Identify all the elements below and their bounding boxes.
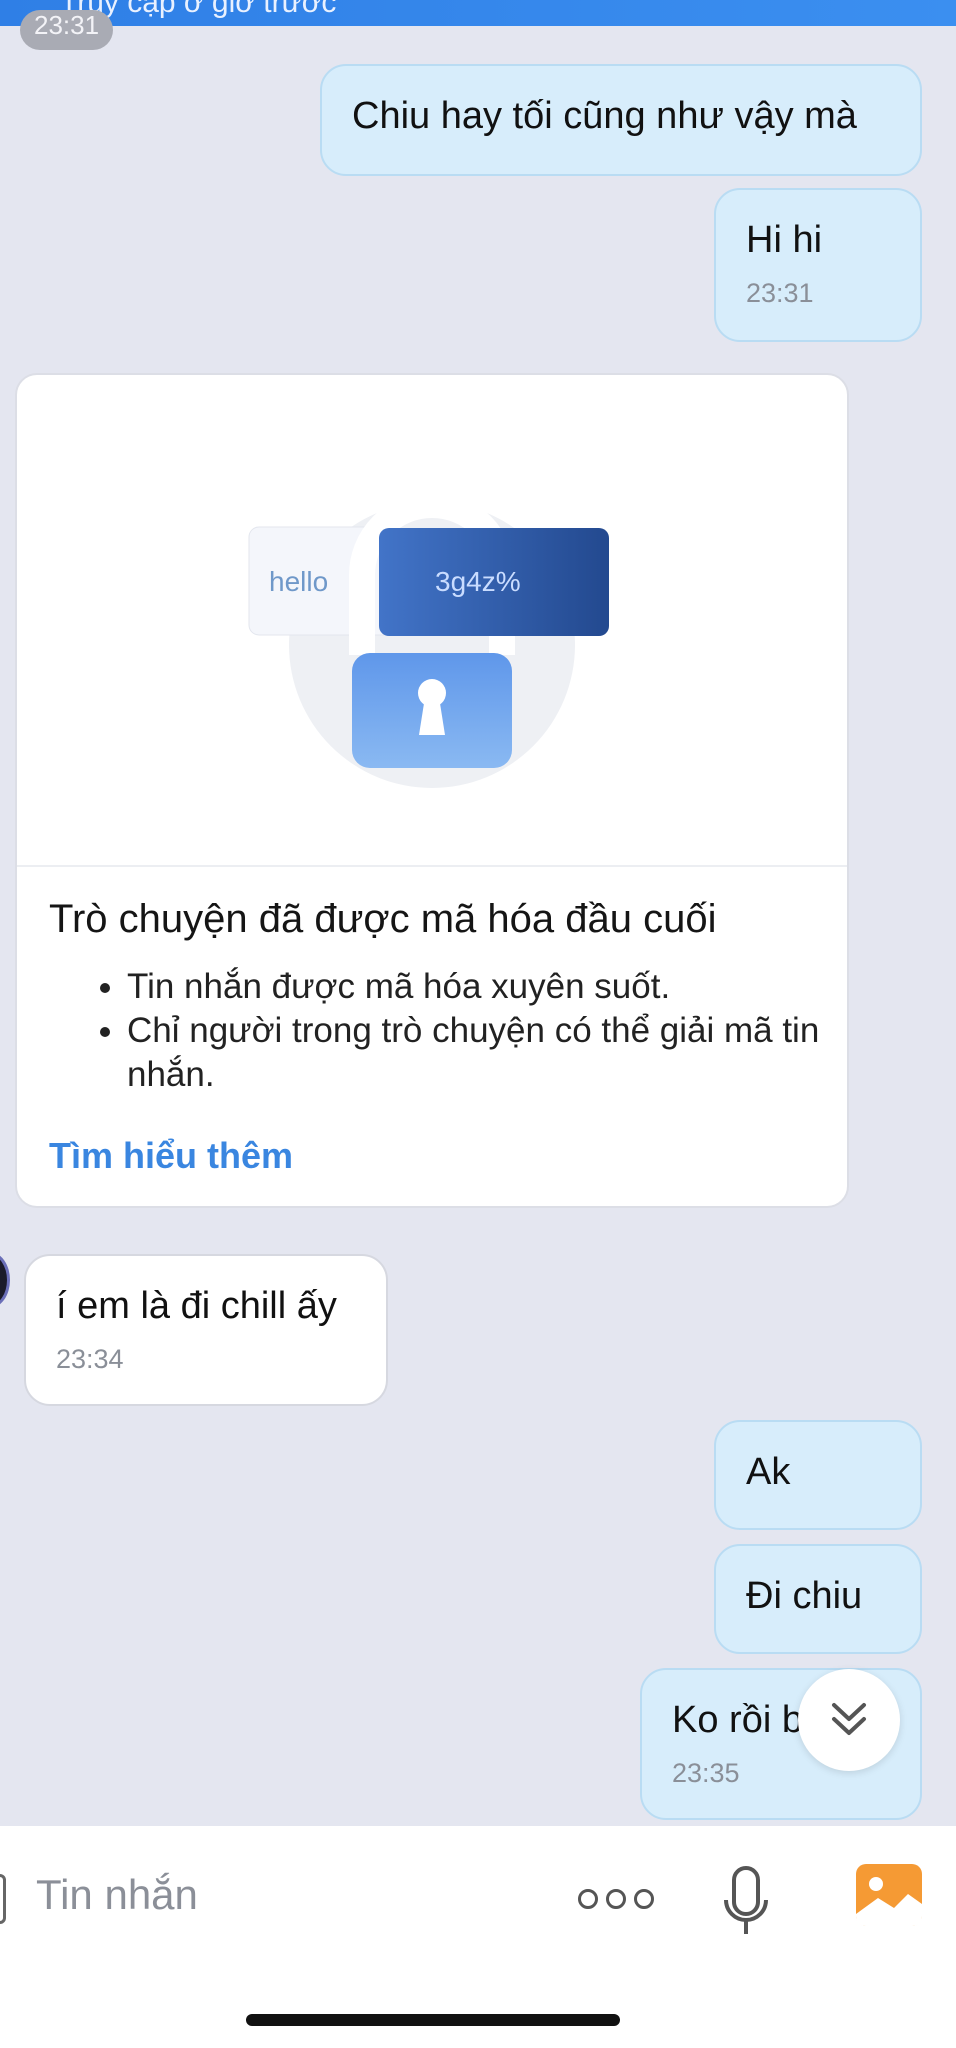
message-text: Chiu hay tối cũng như vậy mà [352, 95, 857, 137]
more-dots-icon[interactable] [578, 1884, 658, 1914]
card-bullet-list: Tin nhắn được mã hóa xuyên suốt. Chỉ ngư… [87, 965, 847, 1097]
message-bubble-outgoing[interactable]: Ak [714, 1420, 922, 1530]
message-timestamp: 23:31 [746, 278, 814, 308]
scroll-to-bottom-button[interactable] [798, 1669, 900, 1771]
emoji-icon[interactable] [0, 1874, 6, 1924]
message-text: í em là đi chill ấy [56, 1285, 337, 1327]
message-bubble-outgoing[interactable]: Chiu hay tối cũng như vậy mà [320, 64, 922, 176]
message-text: Đi chiu [746, 1575, 863, 1617]
home-indicator [246, 2014, 620, 2026]
microphone-icon[interactable] [720, 1864, 772, 1944]
cipher-text-label: 3g4z% [435, 566, 521, 597]
learn-more-link[interactable]: Tìm hiểu thêm [49, 1135, 293, 1177]
card-bullet: Tin nhắn được mã hóa xuyên suốt. [127, 965, 847, 1009]
card-title: Trò chuyện đã được mã hóa đầu cuối [49, 897, 717, 941]
message-bubble-incoming[interactable]: í em là đi chill ấy 23:34 [24, 1254, 388, 1406]
top-status-bar: Truy cập ở giờ trước [0, 0, 956, 26]
message-text: Ak [746, 1451, 791, 1493]
date-time-chip: 23:31 [20, 10, 114, 50]
card-bullet: Chỉ người trong trò chuyện có thể giải m… [127, 1009, 847, 1097]
message-bubble-outgoing[interactable]: Đi chiu [714, 1544, 922, 1654]
image-icon[interactable] [856, 1864, 922, 1926]
plain-text-label: hello [269, 566, 328, 597]
message-input[interactable]: Tin nhắn [36, 1871, 198, 1919]
e2e-encryption-card: hello 3g4z% Trò chuyện đã được mã hóa đầ… [15, 373, 849, 1208]
avatar[interactable] [0, 1252, 10, 1308]
encryption-lock-illustration: hello 3g4z% [248, 492, 609, 788]
message-composer: Tin nhắn [0, 1826, 956, 2048]
message-text: Hi hi [746, 219, 823, 261]
chevron-double-down-icon [832, 1703, 866, 1735]
message-timestamp: 23:34 [56, 1344, 124, 1374]
message-bubble-outgoing[interactable]: Hi hi 23:31 [714, 188, 922, 342]
card-divider [17, 865, 847, 867]
